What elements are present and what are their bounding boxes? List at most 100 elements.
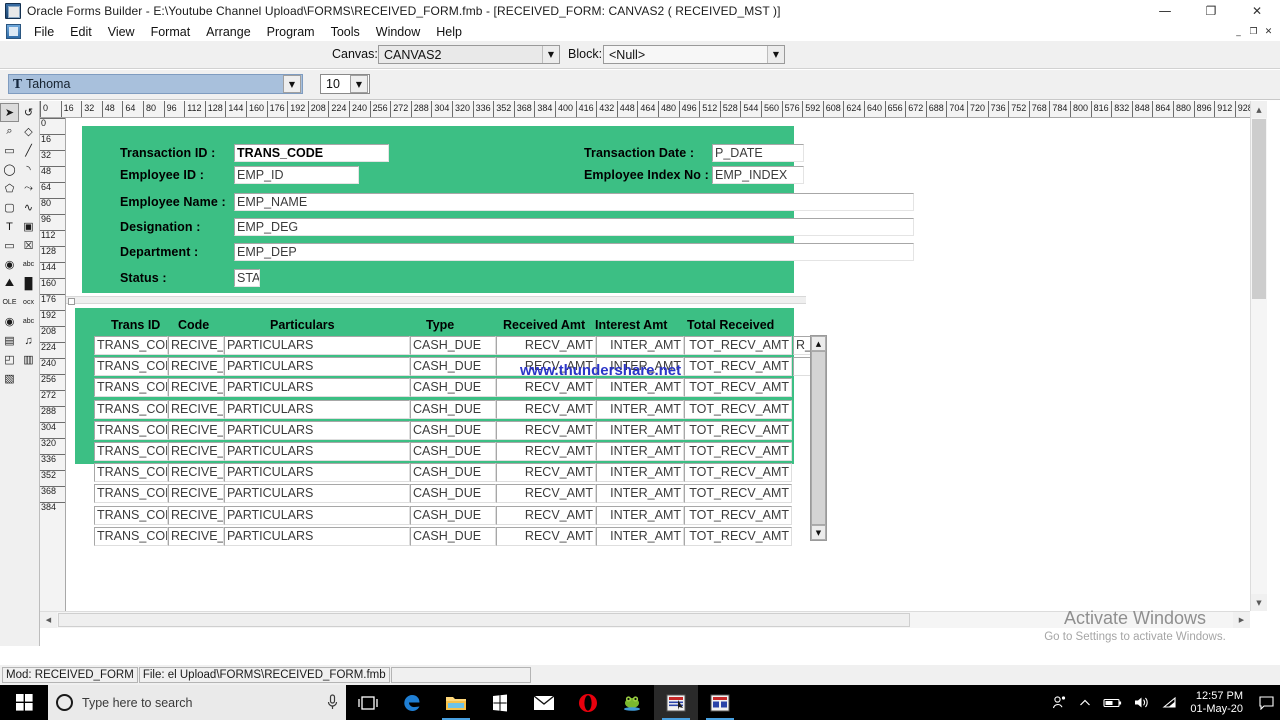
network-wifi-icon[interactable] — [1156, 696, 1184, 709]
grid-cell[interactable]: CASH_DUE — [410, 357, 496, 376]
people-icon[interactable] — [1046, 695, 1073, 710]
mdi-close-button[interactable]: ✕ — [1261, 24, 1276, 39]
sound-item-tool[interactable]: ♫ — [19, 331, 38, 350]
canvas-work-area[interactable]: Transaction ID : TRANS_CODE Employee ID : E… — [66, 118, 1250, 611]
grid-cell[interactable]: INTER_AMT — [596, 421, 684, 440]
grid-cell[interactable]: TOT_RECV_AMT — [684, 506, 792, 525]
grid-cell[interactable]: PARTICULARS — [224, 484, 410, 503]
grid-cell[interactable]: TRANS_CODE — [94, 506, 168, 525]
grid-cell[interactable]: TRANS_CODE — [94, 527, 168, 546]
rounded-rectangle-tool[interactable]: ▢ — [0, 198, 19, 217]
grid-cell[interactable]: CASH_DUE — [410, 442, 496, 461]
menu-item-window[interactable]: Window — [368, 24, 428, 40]
grid-cell[interactable]: RECV_AMT — [496, 378, 596, 397]
taskbar-clock[interactable]: 12:57 PM 01-May-20 — [1184, 690, 1253, 715]
grid-cell[interactable]: TRANS_CODE — [94, 357, 168, 376]
grid-cell[interactable]: RECV_AMT — [496, 442, 596, 461]
menu-item-tools[interactable]: Tools — [323, 24, 368, 40]
canvas-select[interactable]: CANVAS2 ▼ — [378, 45, 560, 64]
grid-cell[interactable]: TRANS_CODE — [94, 463, 168, 482]
grid-cell[interactable]: RECIVE_ID — [168, 400, 224, 419]
menu-item-program[interactable]: Program — [259, 24, 323, 40]
grid-cell[interactable]: PARTICULARS — [224, 357, 410, 376]
text-item-tool[interactable]: abc — [19, 312, 38, 331]
file-explorer-icon[interactable] — [434, 685, 478, 720]
volume-icon[interactable] — [1128, 696, 1156, 709]
window-minimize-button[interactable]: — — [1142, 0, 1188, 22]
grid-cell[interactable]: INTER_AMT — [596, 463, 684, 482]
line-tool[interactable]: ╱ — [19, 141, 38, 160]
oracle-forms-runtime-taskbar-icon[interactable] — [698, 685, 742, 720]
grid-cell[interactable]: CASH_DUE — [410, 463, 496, 482]
mail-icon[interactable] — [522, 685, 566, 720]
menu-item-format[interactable]: Format — [143, 24, 199, 40]
grid-cell[interactable]: INTER_AMT — [596, 400, 684, 419]
grid-cell[interactable]: TOT_RECV_AMT — [684, 336, 792, 355]
list-item-tool[interactable]: ▤ — [0, 331, 19, 350]
grid-cell[interactable]: PARTICULARS — [224, 463, 410, 482]
grid-cell[interactable]: RECIVE_ID — [168, 421, 224, 440]
canvas-horizontal-scrollbar[interactable]: ◀ ▶ — [40, 611, 1250, 628]
field-item[interactable]: EMP_ID — [234, 166, 359, 184]
grid-vertical-scrollbar[interactable]: ▲ ▼ — [810, 335, 827, 541]
grid-cell[interactable]: TRANS_CODE — [94, 336, 168, 355]
canvas-vertical-scrollbar[interactable]: ▲ ▼ — [1250, 101, 1267, 611]
grid-cell[interactable]: PARTICULARS — [224, 421, 410, 440]
grid-cell[interactable]: PARTICULARS — [224, 527, 410, 546]
menu-item-help[interactable]: Help — [428, 24, 470, 40]
scroll-up-button[interactable]: ▲ — [1251, 101, 1267, 118]
grid-cell[interactable]: TOT_RECV_AMT — [684, 400, 792, 419]
grid-cell[interactable]: INTER_AMT — [596, 506, 684, 525]
button-tool[interactable]: ▭ — [0, 236, 19, 255]
grid-cell[interactable]: INTER_AMT — [596, 527, 684, 546]
field-item[interactable]: EMP_NAME — [234, 193, 914, 211]
start-button[interactable] — [0, 685, 48, 720]
grid-cell[interactable]: CASH_DUE — [410, 421, 496, 440]
taskbar-search-box[interactable]: Type here to search — [48, 685, 346, 720]
block-select[interactable]: <Null> ▼ — [603, 45, 785, 64]
grid-cell[interactable]: PARTICULARS — [224, 378, 410, 397]
grid-cell[interactable]: RECIVE_ID — [168, 357, 224, 376]
font-size-select[interactable]: 10 ▼ — [320, 74, 370, 94]
grid-cell[interactable]: TOT_RECV_AMT — [684, 527, 792, 546]
checkbox-tool[interactable]: ☒ — [19, 236, 38, 255]
grid-cell[interactable]: RECIVE_ID — [168, 378, 224, 397]
canvas-splitter[interactable] — [66, 296, 806, 305]
scroll-right-button[interactable]: ▶ — [1233, 612, 1250, 628]
field-item[interactable]: EMP_DEP — [234, 243, 914, 261]
grid-cell[interactable]: CASH_DUE — [410, 378, 496, 397]
display-item-tool[interactable]: abc — [19, 255, 38, 274]
battery-icon[interactable] — [1097, 697, 1128, 709]
grid-cell[interactable]: RECV_AMT — [496, 527, 596, 546]
tab-canvas-tool[interactable]: ▥ — [19, 350, 38, 369]
magnify-tool[interactable]: ⌕ — [0, 122, 19, 141]
vertical-scroll-thumb[interactable] — [1252, 119, 1266, 299]
grid-cell[interactable]: TOT_RECV_AMT — [684, 357, 792, 376]
grid-cell[interactable]: CASH_DUE — [410, 400, 496, 419]
mdi-child-icon[interactable] — [6, 24, 21, 39]
field-item[interactable]: STA — [234, 269, 260, 287]
menu-item-file[interactable]: File — [26, 24, 62, 40]
reshape-tool[interactable]: ◇ — [19, 122, 38, 141]
chevron-down-icon[interactable]: ▼ — [542, 46, 559, 63]
rectangle-tool[interactable]: ▭ — [0, 141, 19, 160]
grid-cell[interactable]: CASH_DUE — [410, 527, 496, 546]
frog-app-icon[interactable] — [610, 685, 654, 720]
field-item[interactable]: EMP_DEG — [234, 218, 914, 236]
radio-button-tool[interactable]: ◉ — [0, 255, 19, 274]
microsoft-store-icon[interactable] — [478, 685, 522, 720]
grid-cell[interactable]: INTER_AMT — [596, 484, 684, 503]
grid-scroll-down-button[interactable]: ▼ — [811, 525, 826, 540]
grid-scroll-up-button[interactable]: ▲ — [811, 336, 826, 351]
scroll-left-button[interactable]: ◀ — [40, 612, 57, 628]
grid-cell[interactable]: RECV_AMT — [496, 400, 596, 419]
grid-cell[interactable]: TOT_RECV_AMT — [684, 484, 792, 503]
grid-cell[interactable]: TOT_RECV_AMT — [684, 378, 792, 397]
grid-cell[interactable]: INTER_AMT — [596, 442, 684, 461]
freehand-tool[interactable]: ∿ — [19, 198, 38, 217]
grid-cell[interactable]: RECV_AMT — [496, 463, 596, 482]
opera-browser-icon[interactable] — [566, 685, 610, 720]
grid-cell[interactable]: CASH_DUE — [410, 336, 496, 355]
grid-cell[interactable]: RECIVE_ID — [168, 442, 224, 461]
window-tool[interactable]: ▧ — [0, 369, 19, 388]
